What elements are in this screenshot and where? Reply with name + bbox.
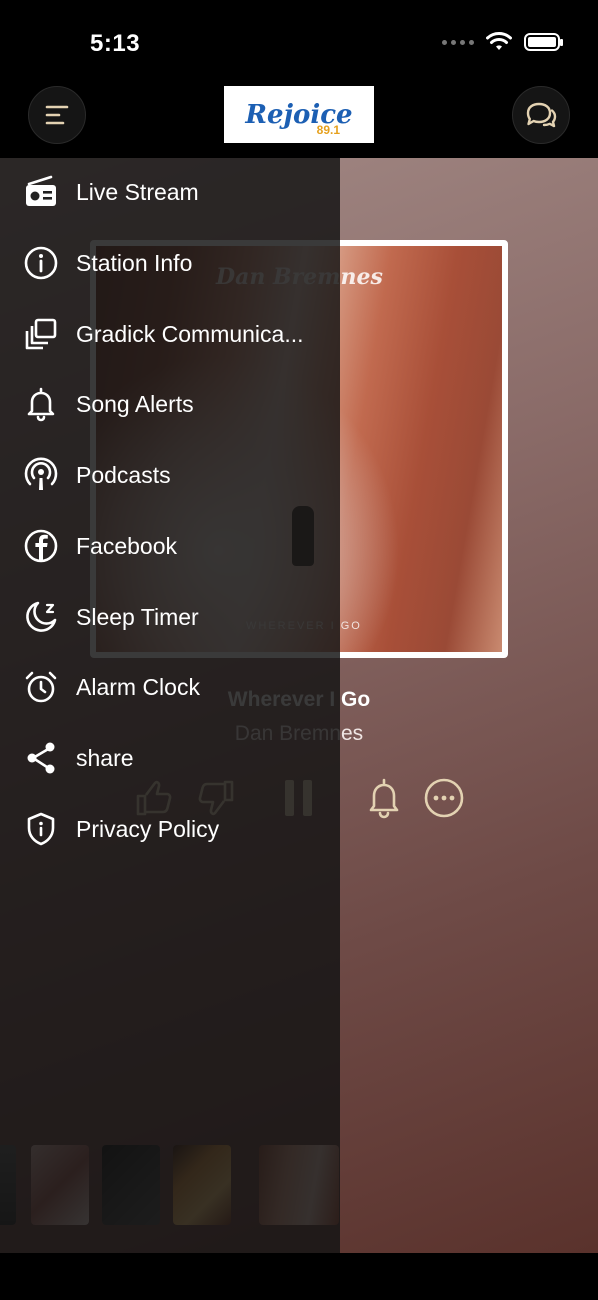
status-indicators [442,32,563,52]
drawer-item-sleep-timer[interactable]: Sleep Timer [0,587,340,647]
drawer-item-label: Station Info [76,249,193,276]
bell-icon [369,778,399,819]
shield-icon [22,810,60,848]
share-icon [22,739,60,777]
drawer-item-label: Gradick Communica... [76,320,304,347]
drawer-item-station-info[interactable]: Station Info [0,233,340,293]
facebook-icon [22,527,60,565]
drawer-item-song-alerts[interactable]: Song Alerts [0,374,340,434]
drawer-item-facebook[interactable]: Facebook [0,516,340,576]
bell-icon [22,385,60,423]
drawer-item-gradick[interactable]: Gradick Communica... [0,304,340,364]
drawer-item-label: Podcasts [76,461,171,488]
side-drawer: Live Stream Station Info Gradick Communi… [0,158,340,1253]
menu-button[interactable] [28,86,86,144]
app-header: Rejoice 89.1 [0,80,598,158]
menu-icon [45,105,69,125]
drawer-item-alarm-clock[interactable]: Alarm Clock [0,657,340,717]
drawer-item-privacy-policy[interactable]: Privacy Policy [0,799,340,859]
drawer-item-label: share [76,744,134,771]
drawer-item-label: Live Stream [76,178,199,205]
copy-icon [22,315,60,353]
radio-icon [22,173,60,211]
drawer-item-label: Privacy Policy [76,815,220,842]
wifi-icon [486,32,512,50]
chat-bubbles-icon [526,102,557,128]
info-icon [22,244,60,282]
logo-frequency: 89.1 [316,123,340,137]
podcast-icon [22,456,60,494]
drawer-item-podcasts[interactable]: Podcasts [0,445,340,505]
bottom-bar [0,1253,598,1300]
more-icon [424,778,464,818]
chat-button[interactable] [512,86,570,144]
drawer-item-label: Facebook [76,532,178,559]
status-bar: 5:13 [0,0,598,80]
drawer-item-live-stream[interactable]: Live Stream [0,162,340,222]
drawer-item-share[interactable]: share [0,728,340,788]
song-alert-button[interactable] [362,776,406,820]
status-time: 5:13 [90,30,141,57]
moon-icon [22,598,60,636]
drawer-item-label: Song Alerts [76,390,194,417]
drawer-item-label: Sleep Timer [76,603,199,630]
more-button[interactable] [422,776,466,820]
drawer-item-label: Alarm Clock [76,673,200,700]
station-logo: Rejoice 89.1 [224,86,374,143]
cellular-signal-icon [442,39,474,45]
alarm-clock-icon [22,668,60,706]
battery-icon [524,33,563,51]
